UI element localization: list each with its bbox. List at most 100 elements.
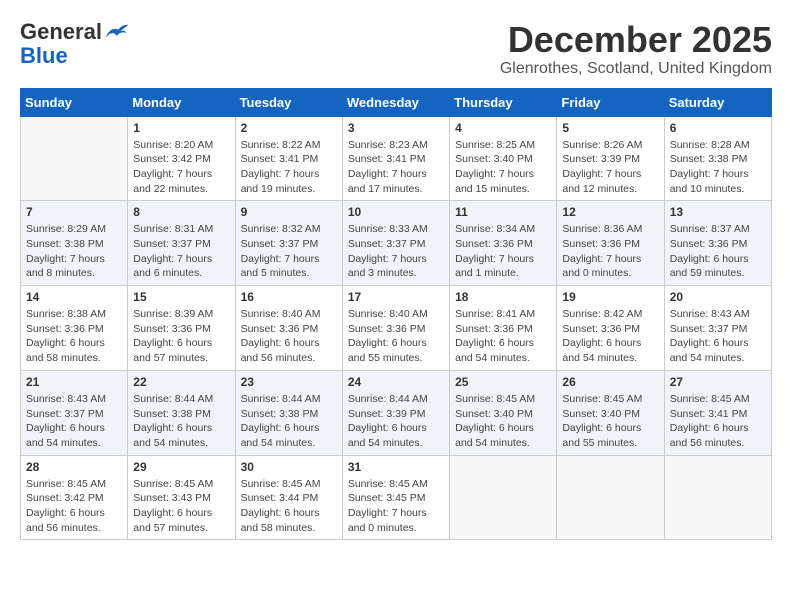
day-info: Sunrise: 8:45 AMSunset: 3:40 PMDaylight:… [562, 392, 658, 451]
day-info: Sunrise: 8:39 AMSunset: 3:36 PMDaylight:… [133, 307, 229, 366]
calendar-week-row: 21 Sunrise: 8:43 AMSunset: 3:37 PMDayligh… [21, 370, 772, 455]
calendar-day-cell: 23Sunrise: 8:44 AMSunset: 3:38 PMDayligh… [235, 370, 342, 455]
calendar-day-cell: 7Sunrise: 8:29 AMSunset: 3:38 PMDaylight… [21, 201, 128, 286]
calendar-day-cell: 17 Sunrise: 8:40 AMSunset: 3:36 PMDayligh… [342, 286, 449, 371]
day-number: 15 [133, 290, 229, 304]
calendar-day-cell: 12 Sunrise: 8:36 AMSunset: 3:36 PMDayligh… [557, 201, 664, 286]
calendar-day-cell: 30 Sunrise: 8:45 AMSunset: 3:44 PMDayligh… [235, 455, 342, 540]
day-info: Sunrise: 8:40 AMSunset: 3:36 PMDaylight:… [241, 307, 337, 366]
day-info: Sunrise: 8:45 AMSunset: 3:42 PMDaylight:… [26, 477, 122, 536]
calendar-day-cell: 3 Sunrise: 8:23 AMSunset: 3:41 PMDaylight… [342, 116, 449, 201]
calendar-day-cell: 27Sunrise: 8:45 AMSunset: 3:41 PMDayligh… [664, 370, 771, 455]
calendar-day-cell: 6 Sunrise: 8:28 AMSunset: 3:38 PMDaylight… [664, 116, 771, 201]
day-number: 16 [241, 290, 337, 304]
day-info: Sunrise: 8:42 AMSunset: 3:36 PMDaylight:… [562, 307, 658, 366]
calendar-day-cell: 9Sunrise: 8:32 AMSunset: 3:37 PMDaylight… [235, 201, 342, 286]
calendar-day-cell: 4 Sunrise: 8:25 AMSunset: 3:40 PMDaylight… [450, 116, 557, 201]
day-number: 12 [562, 205, 658, 219]
day-number: 21 [26, 375, 122, 389]
calendar-day-cell: 26Sunrise: 8:45 AMSunset: 3:40 PMDayligh… [557, 370, 664, 455]
day-info: Sunrise: 8:20 AMSunset: 3:42 PMDaylight:… [133, 138, 229, 197]
day-number: 29 [133, 460, 229, 474]
day-info: Sunrise: 8:45 AMSunset: 3:41 PMDaylight:… [670, 392, 766, 451]
calendar-day-cell: 10Sunrise: 8:33 AMSunset: 3:37 PMDayligh… [342, 201, 449, 286]
day-number: 13 [670, 205, 766, 219]
calendar-day-cell [557, 455, 664, 540]
day-info: Sunrise: 8:38 AMSunset: 3:36 PMDaylight:… [26, 307, 122, 366]
title-block: December 2025 Glenrothes, Scotland, Unit… [500, 20, 772, 78]
calendar-day-cell: 13 Sunrise: 8:37 AMSunset: 3:36 PMDayligh… [664, 201, 771, 286]
calendar-header-row: SundayMondayTuesdayWednesdayThursdayFrid… [21, 88, 772, 116]
calendar-day-cell [450, 455, 557, 540]
logo-blue-text: Blue [20, 44, 68, 68]
day-number: 3 [348, 121, 444, 135]
day-number: 8 [133, 205, 229, 219]
day-info: Sunrise: 8:22 AMSunset: 3:41 PMDaylight:… [241, 138, 337, 197]
calendar-week-row: 7Sunrise: 8:29 AMSunset: 3:38 PMDaylight… [21, 201, 772, 286]
calendar-day-cell: 25 Sunrise: 8:45 AMSunset: 3:40 PMDayligh… [450, 370, 557, 455]
calendar-week-row: 28 Sunrise: 8:45 AMSunset: 3:42 PMDayligh… [21, 455, 772, 540]
day-number: 5 [562, 121, 658, 135]
day-info: Sunrise: 8:41 AMSunset: 3:36 PMDaylight:… [455, 307, 551, 366]
month-title: December 2025 [500, 20, 772, 60]
calendar-day-cell: 11 Sunrise: 8:34 AMSunset: 3:36 PMDayligh… [450, 201, 557, 286]
logo: General Blue [20, 20, 128, 68]
day-number: 25 [455, 375, 551, 389]
column-header-sunday: Sunday [21, 88, 128, 116]
calendar-day-cell: 22 Sunrise: 8:44 AMSunset: 3:38 PMDayligh… [128, 370, 235, 455]
logo-general-text: General [20, 20, 102, 44]
day-number: 31 [348, 460, 444, 474]
day-info: Sunrise: 8:44 AMSunset: 3:38 PMDaylight:… [133, 392, 229, 451]
calendar-week-row: 1 Sunrise: 8:20 AMSunset: 3:42 PMDaylight… [21, 116, 772, 201]
column-header-tuesday: Tuesday [235, 88, 342, 116]
day-info: Sunrise: 8:45 AMSunset: 3:43 PMDaylight:… [133, 477, 229, 536]
calendar-day-cell: 16 Sunrise: 8:40 AMSunset: 3:36 PMDayligh… [235, 286, 342, 371]
day-number: 11 [455, 205, 551, 219]
calendar-day-cell: 19Sunrise: 8:42 AMSunset: 3:36 PMDayligh… [557, 286, 664, 371]
day-info: Sunrise: 8:36 AMSunset: 3:36 PMDaylight:… [562, 222, 658, 281]
day-info: Sunrise: 8:37 AMSunset: 3:36 PMDaylight:… [670, 222, 766, 281]
calendar-day-cell: 1 Sunrise: 8:20 AMSunset: 3:42 PMDaylight… [128, 116, 235, 201]
calendar-day-cell: 8Sunrise: 8:31 AMSunset: 3:37 PMDaylight… [128, 201, 235, 286]
day-number: 4 [455, 121, 551, 135]
day-info: Sunrise: 8:26 AMSunset: 3:39 PMDaylight:… [562, 138, 658, 197]
column-header-thursday: Thursday [450, 88, 557, 116]
day-info: Sunrise: 8:45 AMSunset: 3:44 PMDaylight:… [241, 477, 337, 536]
day-number: 24 [348, 375, 444, 389]
day-info: Sunrise: 8:43 AMSunset: 3:37 PMDaylight:… [26, 392, 122, 451]
column-header-wednesday: Wednesday [342, 88, 449, 116]
day-number: 28 [26, 460, 122, 474]
calendar-day-cell: 31 Sunrise: 8:45 AMSunset: 3:45 PMDayligh… [342, 455, 449, 540]
day-number: 30 [241, 460, 337, 474]
day-info: Sunrise: 8:25 AMSunset: 3:40 PMDaylight:… [455, 138, 551, 197]
day-number: 6 [670, 121, 766, 135]
calendar-day-cell: 21 Sunrise: 8:43 AMSunset: 3:37 PMDayligh… [21, 370, 128, 455]
day-number: 18 [455, 290, 551, 304]
calendar-day-cell: 18 Sunrise: 8:41 AMSunset: 3:36 PMDayligh… [450, 286, 557, 371]
day-number: 1 [133, 121, 229, 135]
calendar-day-cell: 2 Sunrise: 8:22 AMSunset: 3:41 PMDaylight… [235, 116, 342, 201]
calendar-table: SundayMondayTuesdayWednesdayThursdayFrid… [20, 88, 772, 541]
day-number: 22 [133, 375, 229, 389]
calendar-week-row: 14 Sunrise: 8:38 AMSunset: 3:36 PMDayligh… [21, 286, 772, 371]
logo-bird-icon [104, 23, 128, 41]
day-number: 7 [26, 205, 122, 219]
day-info: Sunrise: 8:44 AMSunset: 3:38 PMDaylight:… [241, 392, 337, 451]
day-info: Sunrise: 8:23 AMSunset: 3:41 PMDaylight:… [348, 138, 444, 197]
day-info: Sunrise: 8:34 AMSunset: 3:36 PMDaylight:… [455, 222, 551, 281]
column-header-saturday: Saturday [664, 88, 771, 116]
day-number: 14 [26, 290, 122, 304]
day-number: 10 [348, 205, 444, 219]
day-info: Sunrise: 8:40 AMSunset: 3:36 PMDaylight:… [348, 307, 444, 366]
day-info: Sunrise: 8:28 AMSunset: 3:38 PMDaylight:… [670, 138, 766, 197]
column-header-monday: Monday [128, 88, 235, 116]
calendar-day-cell: 15 Sunrise: 8:39 AMSunset: 3:36 PMDayligh… [128, 286, 235, 371]
day-info: Sunrise: 8:45 AMSunset: 3:45 PMDaylight:… [348, 477, 444, 536]
day-number: 20 [670, 290, 766, 304]
day-number: 9 [241, 205, 337, 219]
day-number: 2 [241, 121, 337, 135]
day-info: Sunrise: 8:43 AMSunset: 3:37 PMDaylight:… [670, 307, 766, 366]
day-number: 17 [348, 290, 444, 304]
day-info: Sunrise: 8:45 AMSunset: 3:40 PMDaylight:… [455, 392, 551, 451]
calendar-day-cell: 24Sunrise: 8:44 AMSunset: 3:39 PMDayligh… [342, 370, 449, 455]
